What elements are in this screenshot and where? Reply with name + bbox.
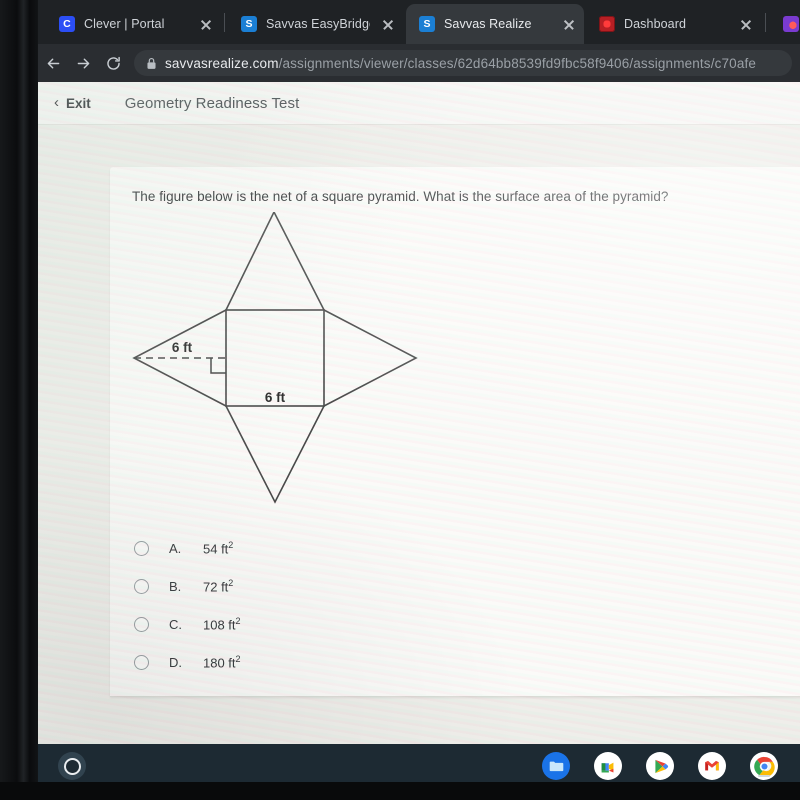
screen-bezel-left	[0, 0, 38, 800]
choice-letter: D.	[169, 654, 182, 670]
gmail-app-icon[interactable]	[698, 752, 726, 780]
close-tab-icon[interactable]	[737, 15, 755, 33]
choice-value: 72 ft2	[203, 577, 234, 595]
screen-bezel-bottom	[0, 782, 800, 800]
forward-icon[interactable]	[68, 48, 98, 78]
choice-letter: A.	[169, 540, 182, 556]
net-triangle-top	[225, 212, 325, 311]
generic-favicon	[783, 16, 799, 32]
lock-icon	[146, 57, 157, 70]
question-card: The figure below is the net of a square …	[110, 167, 800, 697]
net-triangle-right	[323, 309, 418, 407]
choice-exponent: 2	[235, 653, 241, 664]
browser-tab-clever-portal[interactable]: C Clever | Portal	[46, 4, 221, 44]
close-tab-icon[interactable]	[379, 15, 397, 33]
reload-icon[interactable]	[98, 48, 128, 78]
right-angle-marker	[210, 358, 226, 374]
url-domain: savvasrealize.com	[165, 55, 279, 71]
launcher-icon	[63, 757, 81, 775]
question-prompt: The figure below is the net of a square …	[132, 189, 669, 204]
close-tab-icon[interactable]	[197, 15, 215, 33]
assessment-body: The figure below is the net of a square …	[38, 125, 800, 748]
chevron-left-icon: ‹	[54, 94, 59, 111]
tab-title: Savvas EasyBridge	[266, 17, 370, 31]
tab-title: Savvas Realize	[444, 17, 532, 31]
chrome-browser-window: C Clever | Portal S Savvas EasyBridge S …	[30, 0, 800, 748]
exit-label: Exit	[66, 95, 91, 111]
choice-letter: B.	[169, 578, 182, 594]
choice-value: 180 ft2	[203, 653, 241, 671]
choice-exponent: 2	[235, 615, 241, 626]
choice-value: 108 ft2	[203, 615, 241, 633]
savvas-favicon: S	[241, 16, 257, 32]
square-pyramid-net-figure: 6 ft 6 ft	[132, 212, 418, 504]
back-icon[interactable]	[38, 48, 68, 78]
tab-strip: C Clever | Portal S Savvas EasyBridge S …	[30, 0, 800, 44]
radio-button[interactable]	[134, 578, 149, 594]
answer-choice-list: A. 54 ft2 B. 72 ft2 C. 108 ft2 D. 180 ft…	[132, 529, 800, 681]
launcher-button[interactable]	[58, 752, 86, 780]
exit-button[interactable]: ‹ Exit	[54, 94, 91, 111]
browser-tab-dashboard[interactable]: Dashboard	[586, 4, 761, 44]
radio-button[interactable]	[134, 540, 149, 556]
browser-toolbar: savvasrealize.com/assignments/viewer/cla…	[30, 44, 800, 82]
url-path: /assignments/viewer/classes/62d64bb8539f…	[278, 55, 757, 71]
address-bar[interactable]: savvasrealize.com/assignments/viewer/cla…	[134, 50, 792, 76]
close-tab-icon[interactable]	[560, 15, 578, 33]
answer-choice-c[interactable]: C. 108 ft2	[132, 605, 800, 643]
active-app-indicator	[758, 775, 770, 777]
chrome-app-icon[interactable]	[750, 752, 778, 780]
address-bar-url: savvasrealize.com/assignments/viewer/cla…	[165, 56, 756, 71]
choice-exponent: 2	[228, 539, 234, 550]
savvas-realize-page: ‹ Exit Geometry Readiness Test The figur…	[38, 82, 800, 748]
answer-choice-d[interactable]: D. 180 ft2	[132, 643, 800, 681]
card-bottom-divider	[110, 696, 800, 697]
shelf-app-list	[542, 752, 778, 780]
tab-separator	[765, 13, 766, 32]
radio-button[interactable]	[134, 654, 149, 670]
answer-choice-b[interactable]: B. 72 ft2	[132, 567, 800, 605]
dashboard-favicon	[599, 16, 615, 32]
choice-letter: C.	[169, 616, 182, 632]
net-triangle-bottom	[225, 405, 325, 504]
page-title: Geometry Readiness Test	[124, 94, 300, 112]
clever-favicon: C	[59, 16, 75, 32]
base-edge-label: 6 ft	[265, 390, 286, 405]
answer-choice-a[interactable]: A. 54 ft2	[132, 529, 800, 567]
choice-value: 54 ft2	[203, 539, 234, 557]
tab-title: Clever | Portal	[84, 17, 165, 31]
browser-tab-savvas-easybridge[interactable]: S Savvas EasyBridge	[228, 4, 403, 44]
play-app-icon[interactable]	[646, 752, 674, 780]
chromebook-screen-photo: C Clever | Portal S Savvas EasyBridge S …	[0, 0, 800, 800]
browser-tab-savvas-realize[interactable]: S Savvas Realize	[406, 4, 584, 44]
radio-button[interactable]	[134, 616, 149, 632]
assessment-header: ‹ Exit Geometry Readiness Test	[38, 82, 800, 125]
choice-exponent: 2	[228, 577, 234, 588]
browser-tab-partial[interactable]: • D	[770, 4, 800, 44]
meet-app-icon[interactable]	[594, 752, 622, 780]
files-app-icon[interactable]	[542, 752, 570, 780]
savvas-favicon: S	[419, 16, 435, 32]
slant-height-label: 6 ft	[172, 340, 193, 355]
tab-title: Dashboard	[624, 17, 687, 31]
tab-separator	[224, 13, 225, 32]
